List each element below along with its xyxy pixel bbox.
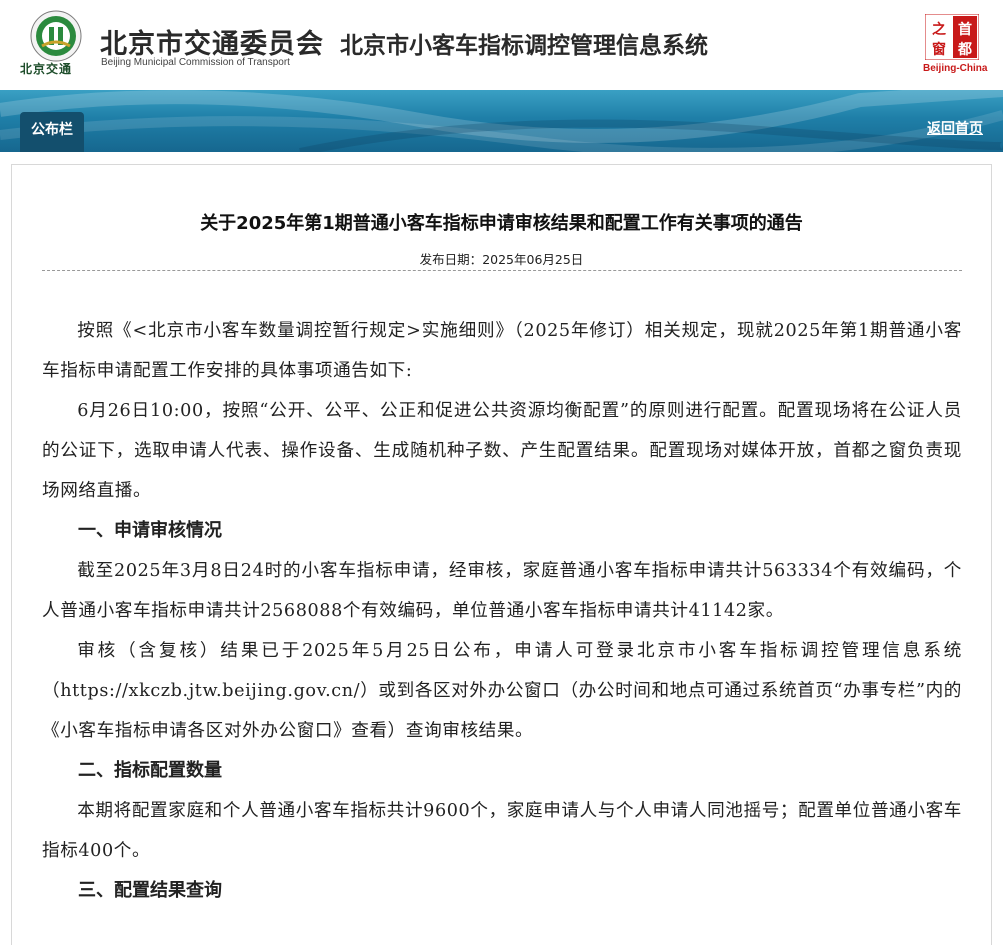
quota-paragraph: 本期将配置家庭和个人普通小客车指标共计9600个，家庭申请人与个人申请人同池摇号… [42, 801, 962, 861]
banner-decoration [0, 90, 1003, 152]
logo-caption: 北京交通 [20, 62, 73, 76]
notice-title: 关于2025年第1期普通小客车指标申请审核结果和配置工作有关事项的通告 [200, 213, 803, 234]
review-result-paragraph: 审核（含复核）结果已于2025年5月25日公布，申请人可登录北京市小客车指标调控… [42, 641, 962, 741]
tab-notice-board[interactable]: 公布栏 [20, 112, 84, 152]
system-name: 北京市小客车指标调控管理信息系统 [340, 33, 708, 59]
section-heading-review: 一、申请审核情况 [78, 520, 222, 541]
notice-body: 按照《<北京市小客车数量调控暂行规定>实施细则》（2025年修订）相关规定，现就… [42, 311, 962, 911]
org-name-english: Beijing Municipal Commission of Transpor… [101, 57, 290, 68]
capital-window-caption: Beijing-China [923, 63, 988, 74]
svg-text:首: 首 [958, 21, 972, 38]
capital-window-logo-icon: 之 首 窗 都 [925, 14, 979, 60]
review-paragraph: 截至2025年3月8日24时的小客车指标申请，经审核，家庭普通小客车指标申请共计… [42, 561, 962, 621]
org-name: 北京市交通委员会 [100, 29, 324, 60]
section-heading-quota: 二、指标配置数量 [78, 760, 222, 781]
svg-text:都: 都 [957, 42, 972, 58]
site-header: 北京交通 北京市交通委员会 Beijing Municipal Commissi… [0, 0, 1003, 86]
nav-banner: 公布栏 返回首页 [0, 90, 1003, 152]
notice-panel: 关于2025年第1期普通小客车指标申请审核结果和配置工作有关事项的通告 发布日期… [11, 164, 992, 945]
svg-text:窗: 窗 [932, 41, 946, 58]
publish-date-label: 发布日期： [419, 252, 483, 267]
back-home-link[interactable]: 返回首页 [927, 118, 983, 138]
schedule-paragraph: 6月26日10:00，按照“公开、公平、公正和促进公共资源均衡配置”的原则进行配… [42, 401, 962, 501]
divider [42, 270, 962, 271]
publish-date: 发布日期：2025年06月25日 [12, 249, 991, 268]
section-heading-result-query: 三、配置结果查询 [78, 880, 222, 901]
svg-text:之: 之 [932, 21, 946, 38]
publish-date-value: 2025年06月25日 [482, 252, 584, 267]
intro-paragraph: 按照《<北京市小客车数量调控暂行规定>实施细则》（2025年修订）相关规定，现就… [42, 321, 962, 381]
